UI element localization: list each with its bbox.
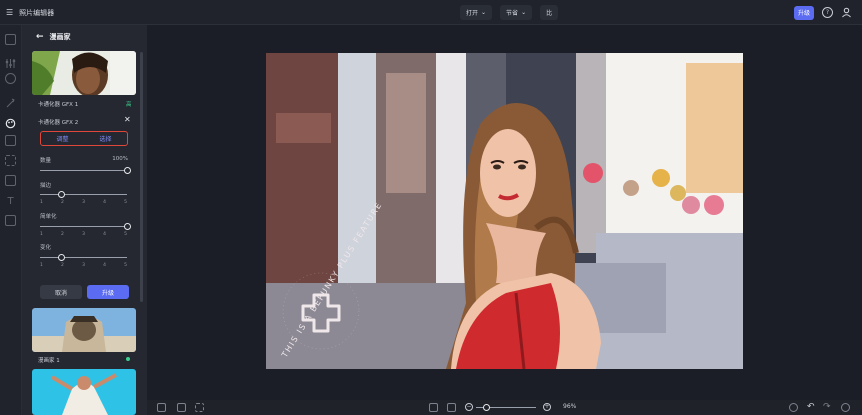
slider-simplify-label: 简单化 [40, 214, 57, 220]
slider-simplify-knob[interactable] [123, 223, 131, 230]
slider-stroke-knob[interactable] [58, 191, 66, 198]
tick-label: 2 [61, 200, 64, 205]
tick-label: 3 [82, 200, 85, 205]
slider-amount-value: 100% [112, 156, 128, 162]
cancel-button[interactable]: 取消 [40, 285, 82, 299]
account-actions: 升级 ? [793, 0, 852, 25]
preset-thumbnail[interactable] [32, 369, 136, 415]
slider-amount-track[interactable] [40, 167, 131, 174]
help-icon[interactable]: ? [822, 7, 833, 18]
tick-label: 1 [40, 200, 43, 205]
slider-simplify-ticks: 1 2 3 4 5 [40, 232, 127, 237]
preset-label: 漫画家 1 [38, 358, 60, 364]
slider-stroke-track[interactable] [40, 191, 127, 198]
compare-label: 比 [546, 10, 553, 17]
grid-icon[interactable] [195, 403, 204, 412]
tick-label: 4 [103, 263, 106, 268]
slider-stroke-ticks: 1 2 3 4 5 [40, 200, 127, 205]
preset-label: 卡通化器 GFX 1 [38, 102, 79, 108]
zoom-out-icon[interactable]: − [465, 403, 473, 411]
top-bar: ☰ 照片编辑器 打开 ⌄ 节省 ⌄ 比 升级 ? [0, 0, 862, 25]
artsy-icon[interactable] [5, 114, 16, 129]
tick-label: 3 [82, 263, 85, 268]
tab-select[interactable]: 选择 [84, 134, 127, 143]
preset-thumbnail-image [32, 369, 136, 415]
preset-thumbnail-image [32, 308, 136, 352]
history-icon[interactable] [841, 403, 850, 412]
edited-photo[interactable]: THIS IS A BEFUNKY PLUS FEATURE [266, 53, 743, 369]
cartoon-portrait-image: THIS IS A BEFUNKY PLUS FEATURE [266, 53, 743, 369]
tick-label: 1 [40, 263, 43, 268]
zoom-in-icon[interactable]: + [543, 403, 551, 411]
hd-badge: 高 [126, 102, 132, 108]
slider-variation-ticks: 1 2 3 4 5 [40, 263, 127, 268]
layers-icon[interactable] [157, 403, 166, 412]
tick-label: 2 [61, 232, 64, 237]
graphics-icon[interactable] [5, 155, 16, 166]
upgrade-button[interactable]: 升级 [793, 5, 814, 20]
preset-thumbnail[interactable] [32, 308, 136, 352]
tick-label: 4 [103, 200, 106, 205]
save-button[interactable]: 节省 ⌄ [500, 5, 533, 20]
zoom-slider-knob[interactable] [483, 404, 490, 411]
fit-screen-icon[interactable] [429, 403, 438, 412]
preset-thumbnail[interactable] [32, 51, 136, 95]
file-actions: 打开 ⌄ 节省 ⌄ 比 [460, 0, 559, 25]
slider-variation-label: 变化 [40, 245, 52, 251]
slider-simplify-track[interactable] [40, 223, 131, 230]
user-icon[interactable] [841, 7, 852, 18]
save-label: 节省 [506, 10, 519, 17]
tick-label: 2 [61, 263, 64, 268]
back-arrow-icon[interactable]: ← [36, 32, 44, 42]
undo-icon[interactable]: ↶ [807, 403, 816, 412]
menu-icon[interactable]: ☰ [6, 8, 13, 17]
adjust-icon[interactable] [5, 54, 16, 68]
text-icon[interactable]: T [5, 196, 16, 207]
textures-icon[interactable] [5, 215, 16, 226]
bottom-bar: − + 96% ↶ ↷ [147, 400, 862, 415]
chevron-down-icon: ⌄ [521, 9, 527, 16]
effect-panel: ← 漫画家 卡通化器 GFX 1 高 卡通化器 GFX 2 ✕ 调整 选择 数量… [22, 25, 147, 415]
active-preset-title: 卡通化器 GFX 2 [38, 120, 79, 126]
preset-thumbnail-image [32, 51, 136, 95]
effects-icon[interactable] [5, 94, 16, 108]
close-icon[interactable]: ✕ [124, 115, 131, 124]
tick-label: 4 [103, 232, 106, 237]
redo-icon[interactable]: ↷ [823, 403, 832, 412]
open-label: 打开 [466, 10, 479, 17]
panel-title: 漫画家 [49, 33, 71, 41]
tick-label: 1 [40, 232, 43, 237]
panel-tabs: 调整 选择 [40, 131, 128, 146]
tool-rail: T [0, 25, 22, 415]
edit-icon[interactable] [5, 34, 16, 45]
frames-icon[interactable] [5, 135, 16, 146]
tick-label: 5 [124, 263, 127, 268]
app-header: ☰ 照片编辑器 [6, 0, 54, 25]
compare-button[interactable]: 比 [540, 5, 559, 20]
eye-icon[interactable] [5, 73, 16, 84]
crop-icon[interactable] [177, 403, 186, 412]
tab-adjust[interactable]: 调整 [41, 134, 84, 143]
tick-label: 5 [124, 232, 127, 237]
slider-variation-knob[interactable] [58, 254, 66, 261]
actual-size-icon[interactable] [447, 403, 456, 412]
zoom-value: 96% [563, 403, 577, 410]
slider-amount-label: 数量 [40, 158, 52, 164]
status-dot [126, 357, 130, 361]
panel-header: ← 漫画家 [22, 25, 147, 49]
apply-upgrade-button[interactable]: 升级 [87, 285, 129, 299]
slider-stroke-label: 描边 [40, 183, 52, 189]
slider-variation-track[interactable] [40, 254, 127, 261]
slider-amount-knob[interactable] [123, 167, 131, 174]
tick-label: 3 [82, 232, 85, 237]
chevron-down-icon: ⌄ [481, 9, 487, 16]
app-title: 照片编辑器 [19, 8, 55, 17]
tick-label: 5 [124, 200, 127, 205]
panel-scrollbar[interactable] [140, 52, 143, 302]
open-button[interactable]: 打开 ⌄ [460, 5, 493, 20]
overlay-icon[interactable] [5, 175, 16, 186]
reset-icon[interactable] [789, 403, 798, 412]
